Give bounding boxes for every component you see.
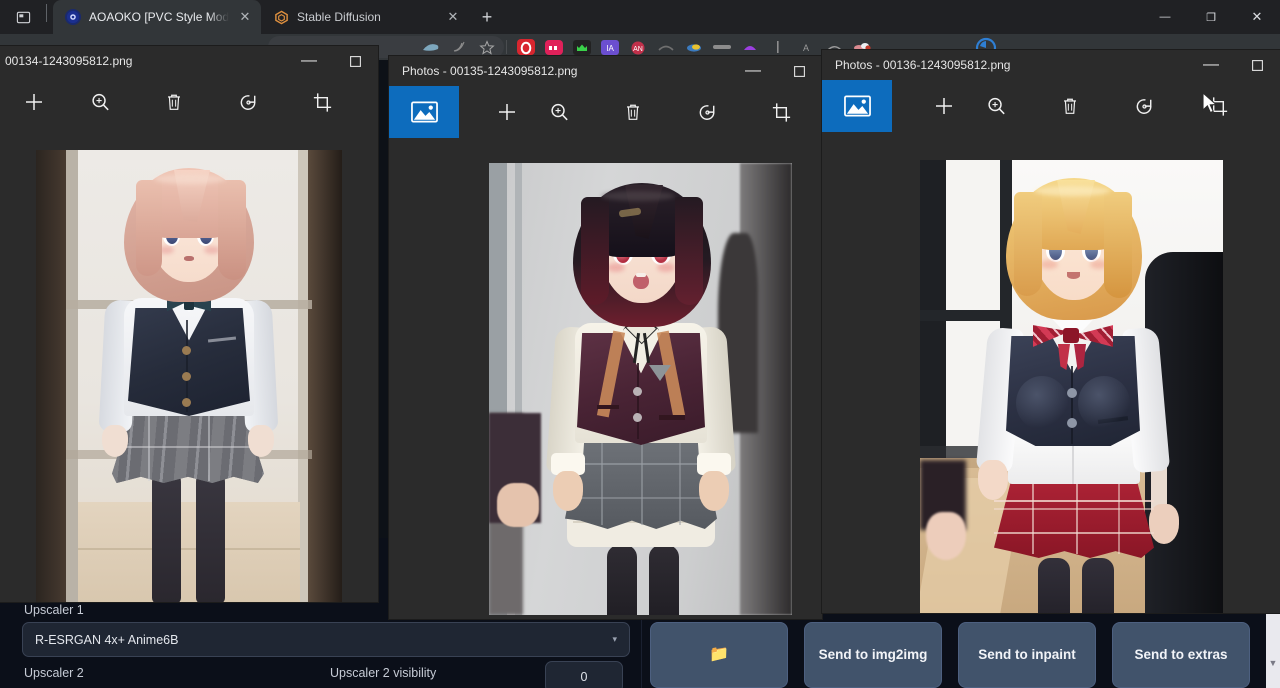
send-to-img2img-button[interactable]: Send to img2img bbox=[804, 622, 942, 688]
upscaler1-label: Upscaler 1 bbox=[24, 603, 84, 617]
tab-aoaoko-close-icon[interactable]: ✕ bbox=[237, 9, 253, 25]
photos-window-00135[interactable]: Photos - 00135-1243095812.png — bbox=[389, 56, 822, 619]
rotate-icon[interactable] bbox=[1118, 80, 1170, 132]
svg-text:IA: IA bbox=[606, 44, 614, 53]
purple-ia-icon[interactable]: IA bbox=[597, 36, 623, 58]
photos-00134-maximize-button[interactable] bbox=[332, 46, 378, 76]
photos-00134-canvas bbox=[0, 128, 378, 602]
a-letter-icon[interactable]: A bbox=[793, 36, 819, 58]
tab-strip-divider bbox=[46, 4, 47, 22]
red-an-icon[interactable]: AN bbox=[625, 36, 651, 58]
crop-icon[interactable] bbox=[296, 76, 348, 128]
hat-blue-icon[interactable] bbox=[418, 36, 444, 58]
pink-badge-icon[interactable] bbox=[541, 36, 567, 58]
signal-icon[interactable] bbox=[446, 36, 472, 58]
opera-red-icon[interactable] bbox=[513, 36, 539, 58]
trash-icon[interactable] bbox=[148, 76, 200, 128]
picture-icon[interactable] bbox=[389, 86, 459, 138]
rotate-icon[interactable] bbox=[681, 86, 733, 138]
photos-00134-minimize-button[interactable]: — bbox=[286, 46, 332, 76]
open-folder-button[interactable]: 📁 bbox=[650, 622, 788, 688]
photos-00135-canvas bbox=[389, 138, 822, 619]
tab-search-icon[interactable] bbox=[0, 0, 46, 34]
photos-window-00135-titlebar[interactable]: Photos - 00135-1243095812.png — bbox=[389, 56, 822, 86]
tab-stable-diffusion[interactable]: Stable Diffusion ✕ bbox=[261, 0, 469, 34]
upscaler1-select[interactable]: R-ESRGAN 4x+ Anime6B ▾ bbox=[22, 622, 630, 657]
scroll-down-arrow-icon[interactable]: ▼ bbox=[1267, 658, 1279, 668]
photos-00135-minimize-button[interactable]: — bbox=[730, 56, 776, 86]
magnifier-plus-icon[interactable] bbox=[970, 80, 1022, 132]
rotate-icon[interactable] bbox=[222, 76, 274, 128]
stable-diffusion-favicon-icon bbox=[273, 9, 289, 25]
new-button[interactable] bbox=[481, 86, 533, 138]
mouse-cursor-icon bbox=[1202, 92, 1219, 121]
grey-pill-icon[interactable] bbox=[709, 36, 735, 58]
crop-icon[interactable] bbox=[755, 86, 807, 138]
photos-00135-maximize-button[interactable] bbox=[776, 56, 822, 86]
sd-action-buttons: 📁 Send to img2img Send to inpaint Send t… bbox=[650, 622, 1250, 688]
photos-00136-image[interactable] bbox=[920, 160, 1223, 613]
crop-icon[interactable] bbox=[1192, 80, 1244, 132]
yellow-cloud-icon[interactable] bbox=[681, 36, 707, 58]
star-outline-icon[interactable] bbox=[474, 36, 500, 58]
browser-close-button[interactable]: ✕ bbox=[1234, 0, 1280, 34]
browser-minimize-button[interactable]: — bbox=[1142, 0, 1188, 34]
photos-window-00135-title: Photos - 00135-1243095812.png bbox=[389, 64, 577, 78]
photos-window-00134[interactable]: 00134-1243095812.png — bbox=[0, 46, 378, 602]
browser-window-controls: — ❐ ✕ bbox=[1142, 0, 1280, 34]
photos-00136-toolbar bbox=[822, 80, 1280, 132]
upscaler2-visibility-label: Upscaler 2 visibility bbox=[330, 666, 436, 680]
photos-window-00136-title: Photos - 00136-1243095812.png bbox=[822, 58, 1010, 72]
photos-window-00136-controls: — bbox=[1188, 50, 1280, 80]
photos-window-00134-controls: — bbox=[286, 46, 378, 76]
photos-00134-image[interactable] bbox=[36, 150, 342, 602]
send-to-extras-button[interactable]: Send to extras bbox=[1112, 622, 1250, 688]
browser-maximize-button[interactable]: ❐ bbox=[1188, 0, 1234, 34]
photos-window-00135-controls: — bbox=[730, 56, 822, 86]
photos-00135-toolbar bbox=[389, 86, 822, 138]
tab-stable-diffusion-close-icon[interactable]: ✕ bbox=[445, 9, 461, 25]
photos-00136-canvas bbox=[822, 132, 1280, 613]
tab-aoaoko-title: AOAOKO [PVC Style Model] - PV bbox=[89, 10, 229, 24]
extension-divider bbox=[506, 40, 507, 54]
photos-window-00134-title: 00134-1243095812.png bbox=[0, 54, 132, 68]
photos-window-00136[interactable]: Photos - 00136-1243095812.png — bbox=[822, 50, 1280, 613]
chevron-down-icon: ▾ bbox=[612, 634, 617, 645]
photos-window-00136-titlebar[interactable]: Photos - 00136-1243095812.png — bbox=[822, 50, 1280, 80]
magnifier-plus-icon[interactable] bbox=[74, 76, 126, 128]
tab-aoaoko[interactable]: AOAOKO [PVC Style Model] - PV ✕ bbox=[53, 0, 261, 34]
svg-text:AN: AN bbox=[633, 46, 643, 53]
upscaler1-value: R-ESRGAN 4x+ Anime6B bbox=[35, 633, 178, 647]
grey-icon-1[interactable] bbox=[653, 36, 679, 58]
upscaler2-visibility-input[interactable]: 0 bbox=[545, 661, 623, 688]
trash-icon[interactable] bbox=[607, 86, 659, 138]
trash-icon[interactable] bbox=[1044, 80, 1096, 132]
aoaoko-favicon-icon bbox=[65, 9, 81, 25]
picture-icon[interactable] bbox=[822, 80, 892, 132]
magnifier-plus-icon[interactable] bbox=[533, 86, 585, 138]
upscaler2-label: Upscaler 2 bbox=[24, 666, 84, 680]
new-button[interactable] bbox=[8, 76, 60, 128]
purple-icon[interactable] bbox=[737, 36, 763, 58]
new-tab-button[interactable]: + bbox=[473, 3, 501, 31]
photos-00136-minimize-button[interactable]: — bbox=[1188, 50, 1234, 80]
thin-bar-icon[interactable] bbox=[765, 36, 791, 58]
svg-text:A: A bbox=[803, 43, 809, 53]
tab-stable-diffusion-title: Stable Diffusion bbox=[297, 10, 437, 24]
photos-00136-maximize-button[interactable] bbox=[1234, 50, 1280, 80]
photos-window-00134-titlebar[interactable]: 00134-1243095812.png — bbox=[0, 46, 378, 76]
send-to-inpaint-button[interactable]: Send to inpaint bbox=[958, 622, 1096, 688]
photos-00134-toolbar bbox=[0, 76, 378, 128]
new-button[interactable] bbox=[918, 80, 970, 132]
photos-00135-image[interactable] bbox=[489, 163, 792, 615]
green-crown-icon[interactable] bbox=[569, 36, 595, 58]
browser-tab-strip: AOAOKO [PVC Style Model] - PV ✕ Stable D… bbox=[0, 0, 1280, 34]
